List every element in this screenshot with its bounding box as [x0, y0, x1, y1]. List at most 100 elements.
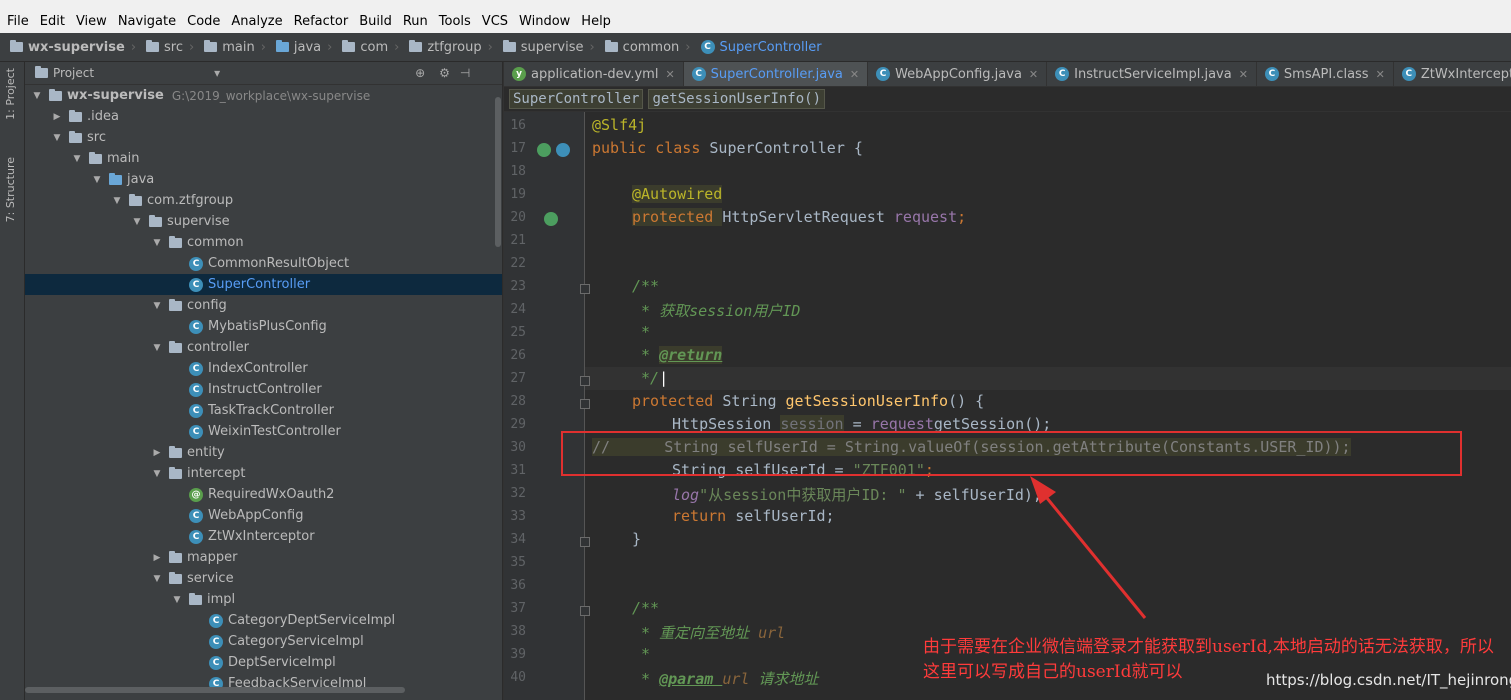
crumb-src[interactable]: src › [146, 40, 194, 55]
tab-webappconfig[interactable]: C WebAppConfig.java ✕ [868, 62, 1048, 86]
tree-item[interactable]: C CategoryDeptServiceImpl [25, 610, 502, 631]
tree-item[interactable]: C DeptServiceImpl [25, 652, 502, 673]
tree-item[interactable]: ▶ entity [25, 442, 502, 463]
crumb-common[interactable]: common › [604, 40, 691, 55]
menu-run[interactable]: Run [403, 14, 428, 29]
close-icon[interactable]: ✕ [1029, 68, 1038, 81]
tree-item[interactable]: ▼ main [25, 148, 502, 169]
project-scrollbar[interactable] [495, 97, 501, 247]
tree-item[interactable]: ▼ java [25, 169, 502, 190]
expanded-arrow-icon[interactable]: ▼ [151, 469, 163, 479]
expanded-arrow-icon[interactable]: ▼ [71, 154, 83, 164]
fold-marker-icon[interactable] [580, 606, 590, 616]
tree-item[interactable]: ▼ wx-supervise G:\2019_workplace\wx-superv… [25, 85, 502, 106]
fold-marker-icon[interactable] [580, 284, 590, 294]
tree-item[interactable]: C TaskTrackController [25, 400, 502, 421]
implemented-icon[interactable] [556, 143, 570, 157]
code-line-20[interactable]: protected HttpServletRequest request; [632, 208, 966, 226]
dropdown-icon[interactable]: ▾ [214, 66, 220, 80]
tree-item[interactable]: ▼ common [25, 232, 502, 253]
expanded-arrow-icon[interactable]: ▼ [151, 343, 163, 353]
code-line-39[interactable]: * [632, 645, 650, 663]
tree-item[interactable]: ▼ intercept [25, 463, 502, 484]
code-line-37[interactable]: /** [632, 599, 659, 617]
tree-item[interactable]: ▶ mapper [25, 547, 502, 568]
expanded-arrow-icon[interactable]: ▼ [31, 91, 43, 101]
collapsed-arrow-icon[interactable]: ▶ [151, 448, 163, 458]
code-line-32[interactable]: log"从session中获取用户ID: " + selfUserId); [672, 484, 1042, 505]
menu-build[interactable]: Build [359, 14, 392, 29]
crumb-java[interactable]: java › [275, 40, 332, 55]
tree-item[interactable]: ▼ config [25, 295, 502, 316]
project-horizontal-scrollbar[interactable] [25, 687, 405, 693]
code-line-28[interactable]: protected String getSessionUserInfo() { [632, 392, 984, 410]
code-line-16[interactable]: @Slf4j [592, 116, 646, 134]
fold-marker-icon[interactable] [580, 376, 590, 386]
tree-item[interactable]: C WeixinTestController [25, 421, 502, 442]
close-icon[interactable]: ✕ [850, 68, 859, 81]
menu-file[interactable]: File [7, 14, 29, 29]
tree-item[interactable]: ▼ service [25, 568, 502, 589]
close-icon[interactable]: ✕ [1239, 68, 1248, 81]
menu-vcs[interactable]: VCS [482, 14, 508, 29]
tree-item[interactable]: C MybatisPlusConfig [25, 316, 502, 337]
tree-item[interactable]: ▼ supervise [25, 211, 502, 232]
code-line-38[interactable]: * 重定向至地址 url [632, 622, 785, 643]
tree-item[interactable]: C CategoryServiceImpl [25, 631, 502, 652]
code-line-24[interactable]: * 获取session用户ID [632, 300, 800, 321]
hide-icon[interactable]: ⊣ [460, 66, 470, 80]
crumb-main[interactable]: main › [204, 40, 266, 55]
tree-item[interactable]: ▶ .idea [25, 106, 502, 127]
code-line-34[interactable]: } [632, 530, 641, 548]
menu-navigate[interactable]: Navigate [118, 14, 176, 29]
tree-item[interactable]: C ZtWxInterceptor [25, 526, 502, 547]
tree-item[interactable]: ▼ impl [25, 589, 502, 610]
code-line-23[interactable]: /** [632, 277, 659, 295]
tree-item[interactable]: ▼ com.ztfgroup [25, 190, 502, 211]
spring-bean-icon[interactable] [537, 143, 551, 157]
expanded-arrow-icon[interactable]: ▼ [51, 133, 63, 143]
tab-supercontroller[interactable]: C SuperController.java ✕ [683, 62, 869, 86]
tab-ztwxinterceptor[interactable]: CZtWxInterceptor.java✕ [1394, 62, 1511, 86]
code-line-27[interactable]: */| [632, 369, 668, 387]
menu-edit[interactable]: Edit [40, 14, 65, 29]
tree-item[interactable]: C SuperController [25, 274, 502, 295]
code-line-40[interactable]: * @param url 请求地址 [632, 668, 818, 689]
gear-icon[interactable]: ⚙ [439, 66, 450, 80]
target-icon[interactable]: ⊕ [415, 66, 425, 80]
autowired-bean-icon[interactable] [544, 212, 558, 226]
expanded-arrow-icon[interactable]: ▼ [151, 301, 163, 311]
expanded-arrow-icon[interactable]: ▼ [151, 238, 163, 248]
menu-analyze[interactable]: Analyze [231, 14, 282, 29]
menu-view[interactable]: View [76, 14, 107, 29]
code-line-26[interactable]: * @return [632, 346, 723, 364]
collapsed-arrow-icon[interactable]: ▶ [151, 553, 163, 563]
collapsed-arrow-icon[interactable]: ▶ [51, 112, 63, 122]
code-line-19[interactable]: @Autowired [632, 185, 723, 203]
expanded-arrow-icon[interactable]: ▼ [171, 595, 183, 605]
fold-marker-icon[interactable] [580, 537, 590, 547]
expanded-arrow-icon[interactable]: ▼ [91, 175, 103, 185]
project-panel-title[interactable]: Project [53, 66, 94, 80]
menu-tools[interactable]: Tools [439, 14, 471, 29]
tree-item[interactable]: C WebAppConfig [25, 505, 502, 526]
code-line-33[interactable]: return selfUserId; [672, 507, 835, 525]
crumb-supervise[interactable]: supervise › [502, 40, 595, 55]
code-line-17[interactable]: public class SuperController { [592, 139, 863, 157]
close-icon[interactable]: ✕ [1376, 68, 1385, 81]
crumb-com[interactable]: com › [342, 40, 399, 55]
tab-instructserviceimpl[interactable]: C InstructServiceImpl.java ✕ [1047, 62, 1257, 86]
expanded-arrow-icon[interactable]: ▼ [131, 217, 143, 227]
expanded-arrow-icon[interactable]: ▼ [111, 196, 123, 206]
tab-application-dev[interactable]: y application-dev.yml ✕ [504, 62, 684, 86]
crumb-supercontroller[interactable]: C SuperController [700, 40, 822, 55]
tree-item[interactable]: @ RequiredWxOauth2 [25, 484, 502, 505]
tree-item[interactable]: C InstructController [25, 379, 502, 400]
editor-crumb-method[interactable]: getSessionUserInfo() [648, 89, 826, 109]
project-tool-button[interactable]: 1: Project [4, 68, 17, 120]
tree-item[interactable]: ▼ controller [25, 337, 502, 358]
editor-crumb-class[interactable]: SuperController [509, 89, 644, 109]
menu-help[interactable]: Help [581, 14, 611, 29]
menu-window[interactable]: Window [519, 14, 570, 29]
code-line-25[interactable]: * [632, 323, 650, 341]
